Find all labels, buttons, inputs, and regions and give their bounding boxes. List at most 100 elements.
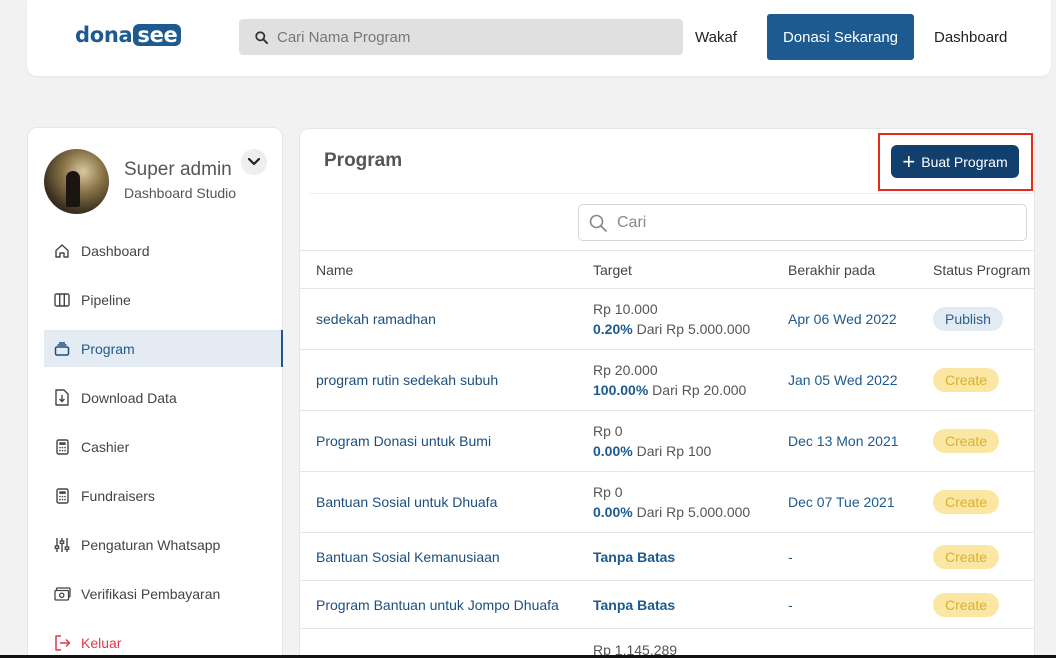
program-search-bar[interactable] — [239, 19, 683, 55]
status-badge[interactable]: Create — [933, 544, 1000, 569]
sidebar-item-pipeline[interactable]: Pipeline — [44, 281, 283, 318]
sidebar-item-label: Keluar — [81, 634, 122, 651]
program-name[interactable]: sedekah ramadhan — [300, 288, 577, 350]
sidebar-item-fundraisers[interactable]: Fundraisers — [44, 477, 283, 514]
program-table: Name Target Berakhir pada Status Program… — [300, 250, 1034, 658]
column-header-target[interactable]: Target — [577, 250, 772, 289]
sidebar-item-label: Dashboard — [81, 242, 150, 259]
top-navbar: donasee Wakaf Donasi Sekarang Dashboard — [27, 0, 1051, 76]
column-header-status[interactable]: Status Program — [917, 250, 1034, 289]
sidebar-item-program[interactable]: Program — [44, 330, 283, 367]
target-amount: Dari Rp 100 — [632, 442, 712, 459]
logo-text: dona — [75, 23, 133, 47]
sidebar-item-cashier[interactable]: Cashier — [44, 428, 283, 465]
end-date: Dec 07 Tue 2021 — [772, 471, 917, 533]
target-amount: Dari Rp 5.000.000 — [632, 320, 751, 337]
program-target: Rp 20.000 100.00% Dari Rp 20.000 — [577, 349, 772, 411]
money-icon — [53, 585, 71, 603]
end-date — [772, 628, 917, 658]
table-row[interactable]: Program Donasi untuk Bumi Rp 0 0.00% Dar… — [300, 410, 1034, 472]
create-program-button[interactable]: + Buat Program — [891, 145, 1019, 178]
status-badge[interactable]: Create — [933, 368, 1000, 392]
table-row[interactable]: sedekah ramadhan Rp 10.000 0.20% Dari Rp… — [300, 288, 1034, 350]
logo-badge: see — [133, 24, 182, 46]
program-name[interactable]: Program Bantuan untuk Jompo Dhuafa — [300, 580, 577, 629]
program-name[interactable]: Bantuan Sosial untuk Dhuafa — [300, 471, 577, 533]
table-search-bar[interactable] — [578, 204, 1027, 241]
program-target: Rp 0 0.00% Dari Rp 100 — [577, 410, 772, 472]
program-search-input[interactable] — [277, 28, 657, 46]
status-badge[interactable]: Create — [933, 592, 1000, 617]
table-row[interactable]: program rutin sedekah subuh Rp 20.000 10… — [300, 349, 1034, 411]
program-name[interactable]: Program Donasi untuk Bumi — [300, 410, 577, 472]
table-row[interactable]: Program Bantuan untuk Jompo Dhuafa Tanpa… — [300, 580, 1034, 629]
account-dropdown-button[interactable] — [241, 149, 267, 175]
progress-text: 0.00% Dari Rp 5.000.000 — [593, 502, 772, 523]
collected-amount: Rp 20.000 — [593, 361, 658, 378]
collected-amount: Rp 10.000 — [593, 300, 658, 317]
program-target: Rp 10.000 0.20% Dari Rp 5.000.000 — [577, 288, 772, 350]
table-row[interactable]: Bantuan Sosial Kemanusiaan Tanpa Batas -… — [300, 532, 1034, 581]
target-amount: Dari Rp 5.000.000 — [632, 503, 751, 520]
collected-amount: Rp 0 — [593, 483, 623, 500]
progress-percent: 100.00% — [593, 381, 649, 398]
status-cell: Create — [917, 580, 1034, 629]
status-badge[interactable]: Publish — [933, 307, 1003, 331]
chevron-down-icon — [248, 158, 260, 166]
status-cell: Create — [917, 410, 1034, 472]
nav-link-wakaf[interactable]: Wakaf — [695, 29, 737, 46]
logout-icon — [53, 634, 71, 652]
progress-text: 0.20% Dari Rp 5.000.000 — [593, 319, 772, 340]
progress-percent: 0.00% — [593, 442, 633, 459]
search-icon — [255, 30, 268, 44]
sidebar-item-label: Download Data — [81, 389, 177, 406]
user-name: Super admin — [124, 159, 232, 180]
collected-amount: Rp 0 — [593, 422, 623, 439]
unlimited-target: Tanpa Batas — [593, 548, 676, 565]
table-header-row: Name Target Berakhir pada Status Program — [300, 250, 1034, 289]
columns-icon — [53, 291, 71, 309]
donate-now-button[interactable]: Donasi Sekarang — [767, 14, 914, 60]
program-name[interactable]: program rutin sedekah subuh — [300, 349, 577, 411]
table-row[interactable]: Bantuan Sosial untuk Dhuafa Rp 0 0.00% D… — [300, 471, 1034, 533]
header-divider — [310, 193, 1034, 194]
sidebar-item-logout[interactable]: Keluar — [44, 624, 283, 658]
status-badge[interactable]: Create — [933, 490, 1000, 514]
sidebar-item-whatsapp-settings[interactable]: Pengaturan Whatsapp — [44, 526, 283, 563]
sidebar: Super admin Dashboard Studio Dashboard P… — [27, 127, 283, 658]
status-cell: Create — [917, 349, 1034, 411]
sidebar-item-dashboard[interactable]: Dashboard — [44, 232, 283, 269]
sidebar-item-label: Program — [81, 340, 135, 357]
nav-link-dashboard[interactable]: Dashboard — [934, 29, 1007, 46]
user-subtitle: Dashboard Studio — [124, 185, 237, 201]
sidebar-item-payment-verification[interactable]: Verifikasi Pembayaran — [44, 575, 283, 612]
create-program-label: Buat Program — [921, 153, 1008, 170]
status-cell: Publish — [917, 288, 1034, 350]
table-search-input[interactable] — [617, 213, 1017, 232]
progress-percent: 0.20% — [593, 320, 633, 337]
column-header-end-date[interactable]: Berakhir pada — [772, 250, 917, 289]
calculator-icon — [53, 487, 71, 505]
calculator-icon — [53, 438, 71, 456]
column-header-name[interactable]: Name — [300, 250, 577, 289]
search-icon — [589, 214, 607, 232]
stack-icon — [53, 340, 71, 358]
sidebar-item-label: Pipeline — [81, 291, 131, 308]
sidebar-menu: Dashboard Pipeline Program Download Data… — [44, 232, 283, 658]
home-icon — [53, 242, 71, 260]
sliders-icon — [53, 536, 71, 554]
brand-logo[interactable]: dona see — [75, 23, 182, 47]
end-date: Jan 05 Wed 2022 — [772, 349, 917, 411]
program-name[interactable] — [300, 628, 577, 658]
sidebar-item-download-data[interactable]: Download Data — [44, 379, 283, 416]
sidebar-item-label: Verifikasi Pembayaran — [81, 585, 221, 602]
status-cell — [917, 628, 1034, 658]
status-badge[interactable]: Create — [933, 429, 1000, 453]
end-date: Dec 13 Mon 2021 — [772, 410, 917, 472]
target-amount: Dari Rp 20.000 — [648, 381, 747, 398]
program-target: Tanpa Batas — [577, 580, 772, 629]
table-row[interactable]: Rp 1.145.289 — [300, 628, 1034, 658]
progress-text: 0.00% Dari Rp 100 — [593, 441, 772, 462]
end-date: Apr 06 Wed 2022 — [772, 288, 917, 350]
program-name[interactable]: Bantuan Sosial Kemanusiaan — [300, 532, 577, 581]
